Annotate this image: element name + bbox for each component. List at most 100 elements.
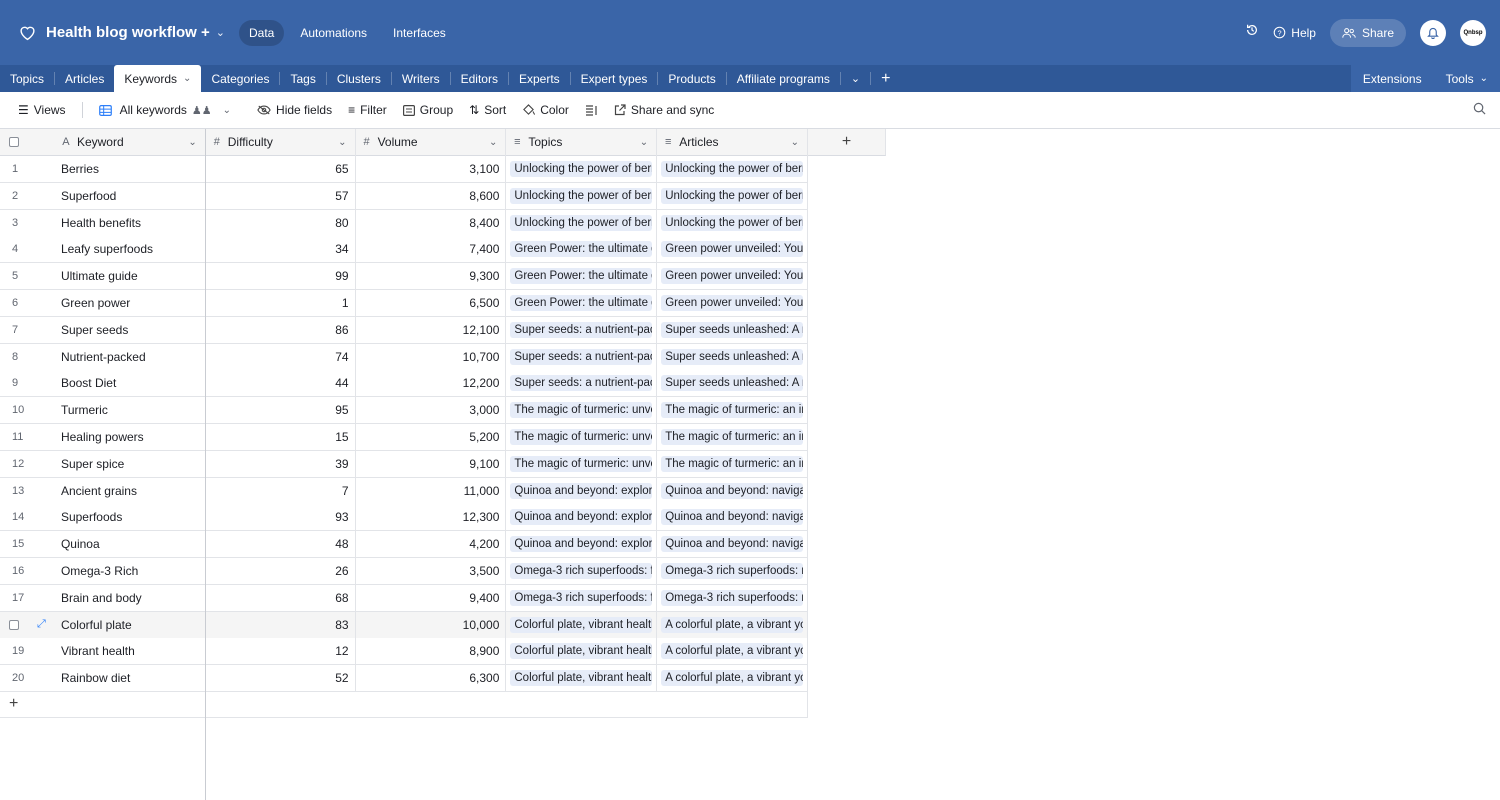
keyword-cell[interactable]: Boost Diet bbox=[55, 370, 206, 397]
add-row-button[interactable]: + bbox=[0, 691, 808, 718]
difficulty-cell[interactable]: 65 bbox=[206, 156, 356, 182]
difficulty-cell[interactable]: 48 bbox=[206, 531, 356, 558]
linked-record-chip[interactable]: Quinoa and beyond: navigat bbox=[661, 536, 804, 553]
tab-writers[interactable]: Writers bbox=[392, 65, 450, 92]
tab-products[interactable]: Products bbox=[658, 65, 725, 92]
difficulty-cell[interactable]: 44 bbox=[206, 370, 356, 397]
volume-cell[interactable]: 8,900 bbox=[356, 638, 507, 665]
keyword-cell[interactable]: Brain and body bbox=[55, 584, 206, 611]
linked-record-chip[interactable]: Colorful plate, vibrant healtl bbox=[510, 670, 653, 687]
volume-cell[interactable]: 7,400 bbox=[356, 236, 507, 263]
view-switcher[interactable]: All keywords ♟♟ ⌄ bbox=[91, 98, 239, 122]
chevron-down-icon[interactable]: ⌄ bbox=[338, 137, 346, 148]
table-row[interactable]: 10 Turmeric 95 3,000 The magic of turmeric: … bbox=[0, 397, 808, 425]
articles-cell[interactable]: Quinoa and beyond: navigat bbox=[657, 531, 808, 558]
keyword-cell[interactable]: Leafy superfoods bbox=[55, 236, 206, 263]
linked-record-chip[interactable]: Unlocking the power of berr bbox=[510, 214, 653, 231]
topics-cell[interactable]: Quinoa and beyond: explori bbox=[506, 504, 658, 531]
articles-cell[interactable]: Green power unveiled: Your bbox=[657, 290, 808, 316]
tab-editors[interactable]: Editors bbox=[451, 65, 508, 92]
linked-record-chip[interactable]: Green power unveiled: Your bbox=[661, 295, 804, 311]
notifications-button[interactable] bbox=[1420, 19, 1446, 46]
linked-record-chip[interactable]: Quinoa and beyond: explori bbox=[510, 536, 653, 553]
linked-record-chip[interactable]: Omega-3 rich superfoods: f bbox=[510, 563, 653, 579]
linked-record-chip[interactable]: Unlocking the power of berr bbox=[510, 161, 653, 177]
table-row[interactable]: 16 Omega-3 Rich 26 3,500 Omega-3 rich superf… bbox=[0, 558, 808, 585]
difficulty-cell[interactable]: 83 bbox=[206, 611, 356, 638]
articles-cell[interactable]: The magic of turmeric: an ir bbox=[657, 450, 808, 477]
difficulty-cell[interactable]: 52 bbox=[206, 665, 356, 692]
topics-cell[interactable]: The magic of turmeric: unve bbox=[506, 450, 658, 477]
topics-cell[interactable]: Colorful plate, vibrant healtl bbox=[506, 665, 658, 692]
table-row[interactable]: 6 Green power 1 6,500 Green Power: the ultim… bbox=[0, 290, 808, 317]
keyword-cell[interactable]: Quinoa bbox=[55, 531, 206, 558]
table-row[interactable]: 15 Quinoa 48 4,200 Quinoa and beyond: explor… bbox=[0, 531, 808, 559]
volume-cell[interactable]: 6,500 bbox=[356, 290, 507, 316]
keyword-cell[interactable]: Colorful plate bbox=[55, 611, 206, 638]
keyword-cell[interactable]: Super seeds bbox=[55, 316, 206, 343]
volume-cell[interactable]: 11,000 bbox=[356, 477, 507, 504]
keyword-cell[interactable]: Berries bbox=[55, 156, 206, 182]
more-tables-chevron-icon[interactable]: ⌄ bbox=[841, 65, 870, 92]
expand-icon[interactable]: ⤢ bbox=[37, 618, 46, 631]
keyword-cell[interactable]: Turmeric bbox=[55, 397, 206, 424]
nav-data[interactable]: Data bbox=[238, 19, 285, 46]
articles-cell[interactable]: Green power unveiled: Your bbox=[657, 263, 808, 290]
tab-clusters[interactable]: Clusters bbox=[327, 65, 391, 92]
chevron-down-icon[interactable]: ⌄ bbox=[791, 137, 799, 148]
linked-record-chip[interactable]: Colorful plate, vibrant healtl bbox=[510, 643, 653, 660]
linked-record-chip[interactable]: The magic of turmeric: unve bbox=[510, 455, 653, 472]
linked-record-chip[interactable]: Green power unveiled: Your bbox=[661, 241, 804, 258]
keyword-cell[interactable]: Health benefits bbox=[55, 209, 206, 236]
difficulty-cell[interactable]: 12 bbox=[206, 638, 356, 665]
linked-record-chip[interactable]: Omega-3 rich superfoods: r bbox=[661, 589, 804, 606]
keyword-cell[interactable]: Ultimate guide bbox=[55, 263, 206, 290]
keyword-cell[interactable]: Green power bbox=[55, 290, 206, 316]
linked-record-chip[interactable]: Super seeds: a nutrient-pac bbox=[510, 375, 653, 392]
base-title[interactable]: Health blog workflow + bbox=[46, 24, 210, 41]
tab-affiliate-programs[interactable]: Affiliate programs bbox=[727, 65, 840, 92]
color-button[interactable]: Color bbox=[514, 98, 577, 122]
share-and-sync-button[interactable]: Share and sync bbox=[606, 98, 722, 122]
linked-record-chip[interactable]: Quinoa and beyond: explori bbox=[510, 482, 653, 499]
volume-cell[interactable]: 9,300 bbox=[356, 263, 507, 290]
volume-cell[interactable]: 3,100 bbox=[356, 156, 507, 182]
articles-cell[interactable]: Omega-3 rich superfoods: r bbox=[657, 584, 808, 611]
column-header-volume[interactable]: # Volume ⌄ bbox=[356, 128, 507, 156]
chevron-down-icon[interactable]: ⌄ bbox=[188, 137, 196, 148]
linked-record-chip[interactable]: Quinoa and beyond: navigat bbox=[661, 482, 804, 499]
linked-record-chip[interactable]: A colorful plate, a vibrant yo bbox=[661, 670, 804, 687]
volume-cell[interactable]: 9,100 bbox=[356, 450, 507, 477]
difficulty-cell[interactable]: 57 bbox=[206, 182, 356, 209]
volume-cell[interactable]: 12,200 bbox=[356, 370, 507, 397]
articles-cell[interactable]: Unlocking the power of berr bbox=[657, 182, 808, 209]
linked-record-chip[interactable]: Colorful plate, vibrant healtl bbox=[510, 616, 653, 633]
column-header-topics[interactable]: ≡ Topics ⌄ bbox=[506, 128, 658, 156]
difficulty-cell[interactable]: 86 bbox=[206, 316, 356, 343]
table-row[interactable]: 17 Brain and body 68 9,400 Omega-3 rich supe… bbox=[0, 584, 808, 612]
articles-cell[interactable]: The magic of turmeric: an ir bbox=[657, 424, 808, 450]
table-row[interactable]: 1 Berries 65 3,100 Unlocking the power of be… bbox=[0, 156, 808, 183]
history-icon[interactable] bbox=[1245, 23, 1259, 42]
chevron-down-icon[interactable]: ⌄ bbox=[640, 137, 648, 148]
keyword-cell[interactable]: Nutrient-packed bbox=[55, 343, 206, 370]
topics-cell[interactable]: Super seeds: a nutrient-pac bbox=[506, 370, 658, 397]
table-row[interactable]: 19 Vibrant health 12 8,900 Colorful plate, v… bbox=[0, 638, 808, 666]
topics-cell[interactable]: Super seeds: a nutrient-pac bbox=[506, 316, 658, 343]
table-row[interactable]: 5 Ultimate guide 99 9,300 Green Power: the u… bbox=[0, 263, 808, 291]
select-all-checkbox[interactable] bbox=[9, 137, 19, 147]
heart-icon[interactable] bbox=[18, 24, 36, 42]
volume-cell[interactable]: 3,000 bbox=[356, 397, 507, 424]
table-row[interactable]: 4 Leafy superfoods 34 7,400 Green Power: the… bbox=[0, 236, 808, 264]
linked-record-chip[interactable]: The magic of turmeric: unve bbox=[510, 402, 653, 419]
row-checkbox[interactable] bbox=[9, 619, 19, 630]
tab-expert-types[interactable]: Expert types bbox=[571, 65, 658, 92]
nav-interfaces[interactable]: Interfaces bbox=[383, 20, 456, 46]
table-row[interactable]: 11 Healing powers 15 5,200 The magic of turm… bbox=[0, 424, 808, 451]
topics-cell[interactable]: Quinoa and beyond: explori bbox=[506, 531, 658, 558]
topics-cell[interactable]: Unlocking the power of berr bbox=[506, 182, 658, 209]
articles-cell[interactable]: Quinoa and beyond: navigat bbox=[657, 504, 808, 531]
difficulty-cell[interactable]: 68 bbox=[206, 584, 356, 611]
tab-categories[interactable]: Categories bbox=[201, 65, 279, 92]
table-row[interactable]: 7 Super seeds 86 12,100 Super seeds: a nutri… bbox=[0, 316, 808, 344]
